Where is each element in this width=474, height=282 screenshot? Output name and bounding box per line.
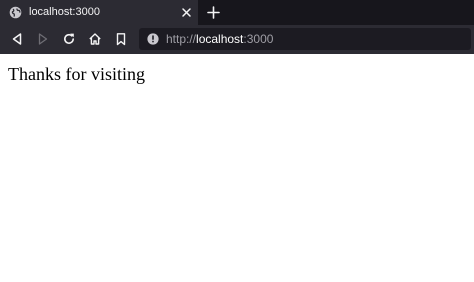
navigation-toolbar: http://localhost:3000	[0, 25, 474, 54]
url-text[interactable]: http://localhost:3000	[166, 31, 273, 47]
new-tab-icon[interactable]	[206, 5, 221, 20]
tab-title: localhost:3000	[29, 6, 100, 18]
reload-icon[interactable]	[62, 32, 76, 46]
info-icon[interactable]	[147, 33, 159, 45]
globe-icon	[9, 6, 22, 19]
url-host: localhost	[196, 32, 244, 46]
page-content: Thanks for visiting	[0, 54, 474, 282]
address-bar[interactable]: http://localhost:3000	[139, 28, 471, 50]
tab-active[interactable]: localhost:3000	[0, 0, 198, 25]
bookmark-icon[interactable]	[114, 32, 128, 46]
page-text: Thanks for visiting	[8, 64, 145, 84]
forward-icon[interactable]	[36, 32, 50, 46]
url-port: :3000	[243, 32, 274, 46]
url-scheme: http://	[166, 32, 197, 46]
back-icon[interactable]	[10, 32, 24, 46]
home-icon[interactable]	[88, 32, 102, 46]
close-icon[interactable]	[180, 6, 193, 19]
browser-window: localhost:3000 http://localhost:3000 Tha…	[0, 0, 474, 282]
tab-strip: localhost:3000	[0, 0, 474, 25]
